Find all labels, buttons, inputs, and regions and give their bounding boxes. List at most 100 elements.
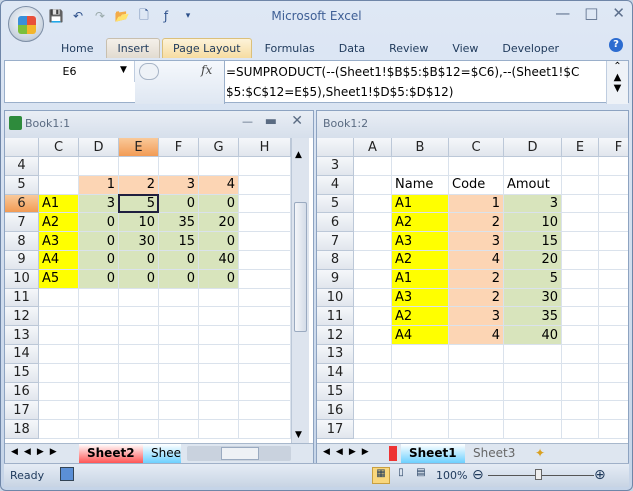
column-header-e[interactable]: E [562,138,599,157]
cell[interactable] [199,326,239,345]
column-header-e[interactable]: E [119,138,159,157]
cell[interactable]: A4 [392,326,449,345]
cell[interactable]: A2 [392,251,449,270]
close-icon[interactable]: ✕ [291,113,303,129]
cell[interactable]: 4 [449,251,504,270]
cell[interactable] [239,251,291,270]
cell[interactable] [159,288,199,308]
tab-insert[interactable]: Insert [106,38,161,58]
column-header-d[interactable]: D [504,138,562,157]
cell[interactable] [354,420,392,439]
cell[interactable] [239,345,291,364]
row-header-13[interactable]: 13 [317,345,354,364]
cell[interactable] [159,401,199,421]
cell[interactable] [354,382,392,402]
cell[interactable] [599,383,628,402]
cell[interactable]: A2 [392,213,449,233]
row-header-9[interactable]: 9 [5,251,39,270]
cell[interactable] [449,382,504,402]
column-header-f[interactable]: F [599,138,628,157]
cell[interactable]: A4 [39,251,79,270]
cell[interactable]: 1 [449,194,504,214]
cell[interactable] [354,401,392,421]
cell[interactable] [392,363,449,383]
row-header-14[interactable]: 14 [317,363,354,383]
cell[interactable] [392,401,449,421]
cell[interactable]: 0 [79,232,119,251]
cell[interactable] [119,401,159,421]
cell[interactable] [392,420,449,439]
cell[interactable] [239,194,291,214]
cell[interactable] [449,345,504,364]
cell[interactable] [562,175,599,195]
cell[interactable]: 1 [79,175,119,195]
cell[interactable]: 0 [119,251,159,270]
cell[interactable] [599,270,628,289]
cell[interactable] [39,288,79,308]
tab-scroll-icons[interactable]: ◀◀▶▶ [323,447,375,457]
cell[interactable] [449,420,504,439]
cell[interactable]: A2 [39,213,79,233]
cell[interactable] [599,251,628,270]
cell[interactable] [449,157,504,176]
macro-record-icon[interactable] [60,467,74,481]
column-header-b[interactable]: B [392,138,449,157]
cell[interactable] [599,307,628,327]
cell[interactable] [599,213,628,233]
cell[interactable]: 35 [504,307,562,327]
cell[interactable]: A1 [392,194,449,214]
cell[interactable] [119,307,159,327]
row-header-16[interactable]: 16 [5,382,39,402]
row-header-12[interactable]: 12 [5,307,39,327]
cell[interactable]: 4 [449,326,504,345]
cell[interactable] [562,420,599,439]
cell[interactable] [392,382,449,402]
cell[interactable] [504,345,562,364]
cell[interactable]: 0 [119,269,159,289]
cell[interactable] [239,213,291,233]
cell[interactable]: A2 [392,307,449,327]
cell[interactable]: Code [449,175,504,195]
cell[interactable] [239,401,291,421]
row-header-12[interactable]: 12 [317,326,354,345]
cell[interactable] [354,251,392,270]
row-header-8[interactable]: 8 [317,251,354,270]
cell[interactable] [599,176,628,195]
cell[interactable]: 35 [159,213,199,233]
cell[interactable] [354,345,392,364]
row-header-4[interactable]: 4 [5,157,39,176]
minimize-icon[interactable]: — [242,115,253,128]
cell[interactable] [159,157,199,176]
formula-input[interactable]: =SUMPRODUCT(--(Sheet1!$B$5:$B$12=$C6),--… [226,62,606,102]
cell[interactable] [239,175,291,195]
cell[interactable] [504,420,562,439]
cell[interactable] [562,232,599,251]
cell[interactable]: 20 [199,213,239,233]
cell[interactable] [354,175,392,195]
row-header-9[interactable]: 9 [317,269,354,289]
cell[interactable] [159,307,199,327]
cell[interactable] [79,401,119,421]
cell[interactable]: Name [392,175,449,195]
row-header-10[interactable]: 10 [317,288,354,308]
scroll-up-icon[interactable]: ▲ [295,150,302,160]
row-header-11[interactable]: 11 [317,307,354,327]
row-header-17[interactable]: 17 [317,420,354,439]
cell[interactable]: 4 [199,175,239,195]
cell[interactable]: 15 [504,232,562,251]
cell[interactable]: 2 [449,269,504,289]
cell[interactable] [392,345,449,364]
cell[interactable]: 15 [159,232,199,251]
cell[interactable]: A3 [392,288,449,308]
cell[interactable]: 3 [79,194,119,214]
maximize-icon[interactable]: ▬ [265,114,277,129]
cell[interactable] [504,363,562,383]
row-header-16[interactable]: 16 [317,401,354,421]
cell[interactable] [354,288,392,308]
cell[interactable] [354,213,392,233]
cell[interactable] [354,232,392,251]
sheet-tab-sheet1[interactable]: Sheet1 [401,444,465,463]
cell[interactable] [119,345,159,364]
zoom-out-icon[interactable]: ⊖ [472,467,484,483]
help-icon[interactable]: ? [609,38,623,52]
